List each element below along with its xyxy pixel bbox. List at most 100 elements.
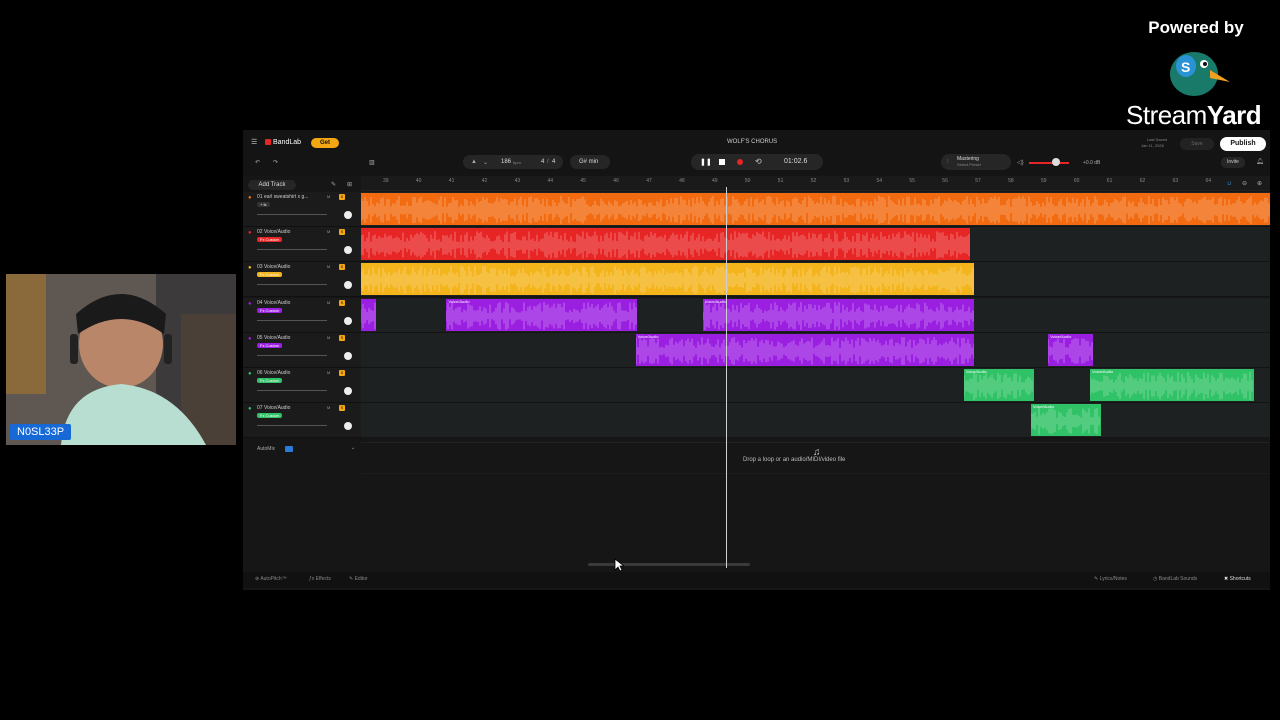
loop-icon[interactable]: ⟲ xyxy=(755,157,762,166)
track-pan-knob[interactable] xyxy=(344,422,352,431)
track-name[interactable]: 06 Voice/Audio xyxy=(257,370,290,376)
track-lane[interactable] xyxy=(361,192,1270,227)
track-volume-slider[interactable] xyxy=(257,390,327,391)
track-lane[interactable]: Voice/Audio xyxy=(361,403,1270,439)
key-selector[interactable]: G# min xyxy=(570,155,610,169)
track-pan-knob[interactable] xyxy=(344,387,352,395)
stop-icon[interactable] xyxy=(719,159,725,165)
mixer-icon[interactable]: ▥ xyxy=(369,159,375,166)
mute-button[interactable]: M xyxy=(327,300,330,305)
solo-button[interactable]: S xyxy=(339,194,345,200)
track-name[interactable]: 07 Voice/Audio xyxy=(257,405,290,411)
publish-button[interactable]: Publish xyxy=(1220,137,1266,151)
mute-button[interactable]: M xyxy=(327,370,330,375)
track-pan-knob[interactable] xyxy=(344,246,352,255)
autopitch-button[interactable]: ⊛ AutoPitch™ xyxy=(255,576,287,582)
mute-button[interactable]: M xyxy=(327,229,330,234)
get-membership-button[interactable]: Get xyxy=(311,138,339,148)
solo-button[interactable]: S xyxy=(339,299,345,306)
solo-button[interactable]: S xyxy=(339,334,345,341)
solo-button[interactable]: S xyxy=(339,405,345,412)
zoom-in-icon[interactable]: ⊕ xyxy=(1257,180,1262,187)
solo-button[interactable]: S xyxy=(339,370,345,376)
track-preset[interactable]: Fx Custom xyxy=(257,307,283,313)
track-lane[interactable]: Voice/Audio Voice/Audio xyxy=(361,332,1270,368)
track-header[interactable]: ● 01 earl sweatshirt x g... + fx M S xyxy=(243,192,361,227)
grid-icon[interactable]: ⊞ xyxy=(347,181,352,188)
track-volume-slider[interactable] xyxy=(257,319,327,321)
mastering-selector[interactable]: ⫶ Mastering Select Preset xyxy=(941,154,1011,170)
track-pan-knob[interactable] xyxy=(344,281,352,290)
notifications-bell-icon[interactable]: 🔔︎ xyxy=(1256,158,1264,165)
chevron-down-icon[interactable]: ⌄ xyxy=(483,159,488,166)
track-header[interactable]: ● 07 Voice/Audio Fx Custom M S xyxy=(243,403,361,439)
editor-button[interactable]: ✎ Editor xyxy=(349,576,368,582)
track-name[interactable]: 01 earl sweatshirt x g... xyxy=(257,194,308,200)
track-header[interactable]: ● 02 Voice/Audio Fx Custom M S xyxy=(243,227,361,263)
save-button[interactable]: Save xyxy=(1180,138,1214,150)
audio-clip[interactable] xyxy=(361,298,376,331)
redo-icon[interactable]: ↷ xyxy=(273,159,278,166)
audio-clip[interactable]: Voice/Audio xyxy=(1090,369,1254,401)
speaker-icon[interactable]: ◁) xyxy=(1017,159,1024,166)
track-name[interactable]: 03 Voice/Audio xyxy=(257,264,290,270)
audio-clip[interactable]: Voice/Audio xyxy=(1048,333,1093,366)
track-volume-slider[interactable] xyxy=(257,354,327,356)
solo-button[interactable]: S xyxy=(339,264,345,271)
audio-clip[interactable] xyxy=(361,193,1270,225)
shortcuts-button[interactable]: ✖ Shortcuts xyxy=(1224,576,1251,582)
master-volume-slider[interactable] xyxy=(1029,162,1069,164)
track-volume-slider[interactable] xyxy=(257,425,327,427)
project-title[interactable]: WOLF'S CHORUS xyxy=(727,139,777,145)
track-preset[interactable]: Fx Custom xyxy=(257,237,283,243)
audio-clip[interactable]: Voice/Audio xyxy=(635,333,974,366)
track-preset[interactable]: + fx xyxy=(257,202,270,207)
hamburger-menu-icon[interactable]: ☰ xyxy=(251,138,257,146)
mute-button[interactable]: M xyxy=(327,335,330,340)
track-preset[interactable]: Fx Custom xyxy=(257,378,283,383)
track-header[interactable]: ● 06 Voice/Audio Fx Custom M S xyxy=(243,368,361,403)
tempo-value[interactable]: 186 xyxy=(501,159,511,165)
zoom-out-icon[interactable]: ⊖ xyxy=(1242,180,1247,187)
track-pan-knob[interactable] xyxy=(344,316,352,325)
playhead[interactable] xyxy=(726,187,727,568)
mute-button[interactable]: M xyxy=(327,405,330,410)
effects-button[interactable]: ƒx Effects xyxy=(309,576,331,582)
track-lane[interactable] xyxy=(361,227,1270,263)
mute-button[interactable]: M xyxy=(327,264,330,269)
track-preset[interactable]: Fx Custom xyxy=(257,413,283,419)
time-signature-numerator[interactable]: 4 xyxy=(541,159,544,165)
lyrics-notes-button[interactable]: ✎ Lyrics/Notes xyxy=(1094,576,1127,582)
pencil-icon[interactable]: ✎ xyxy=(331,181,336,188)
track-lane[interactable]: Voice/Audio Voice/Audio xyxy=(361,368,1270,403)
track-volume-slider[interactable] xyxy=(257,214,327,215)
track-header[interactable]: ● 04 Voice/Audio Fx Custom M S xyxy=(243,297,361,333)
record-icon[interactable] xyxy=(737,159,743,165)
track-lane[interactable]: Voice/Audio Voice/Audio xyxy=(361,297,1270,333)
solo-button[interactable]: S xyxy=(339,229,345,236)
bandlab-sounds-button[interactable]: ◷ BandLab Sounds xyxy=(1153,576,1197,582)
pause-icon[interactable]: ❚❚ xyxy=(700,158,712,166)
automix-row[interactable]: AutoMix ⌄ xyxy=(243,442,361,456)
track-header[interactable]: ● 03 Voice/Audio Fx Custom M S xyxy=(243,262,361,298)
chevron-down-icon[interactable]: ⌄ xyxy=(351,445,355,451)
master-volume-thumb[interactable] xyxy=(1052,158,1060,166)
audio-clip[interactable] xyxy=(361,228,971,261)
time-signature-denominator[interactable]: 4 xyxy=(552,159,555,165)
track-name[interactable]: 02 Voice/Audio xyxy=(257,229,290,235)
track-preset[interactable]: Fx Custom xyxy=(257,342,283,348)
track-name[interactable]: 05 Voice/Audio xyxy=(257,335,290,341)
audio-clip[interactable]: Voice/Audio xyxy=(702,298,974,331)
timeline-ruler[interactable]: 39 40 41 42 43 44 45 46 47 48 49 50 51 52 53 54 55 56 57 58… xyxy=(361,176,1270,191)
metronome-icon[interactable]: ▲ xyxy=(471,159,477,165)
add-track-button[interactable]: Add Track xyxy=(248,180,296,190)
track-header[interactable]: ● 05 Voice/Audio Fx Custom M S xyxy=(243,332,361,368)
undo-icon[interactable]: ↶ xyxy=(255,159,260,166)
invite-button[interactable]: Invite xyxy=(1221,157,1245,168)
mute-button[interactable]: M xyxy=(327,194,330,199)
track-volume-slider[interactable] xyxy=(257,249,327,251)
audio-clip[interactable] xyxy=(361,263,974,296)
track-pan-knob[interactable] xyxy=(344,211,352,219)
snap-magnet-icon[interactable]: ∪ xyxy=(1227,180,1231,187)
audio-clip[interactable]: Voice/Audio xyxy=(446,298,638,331)
